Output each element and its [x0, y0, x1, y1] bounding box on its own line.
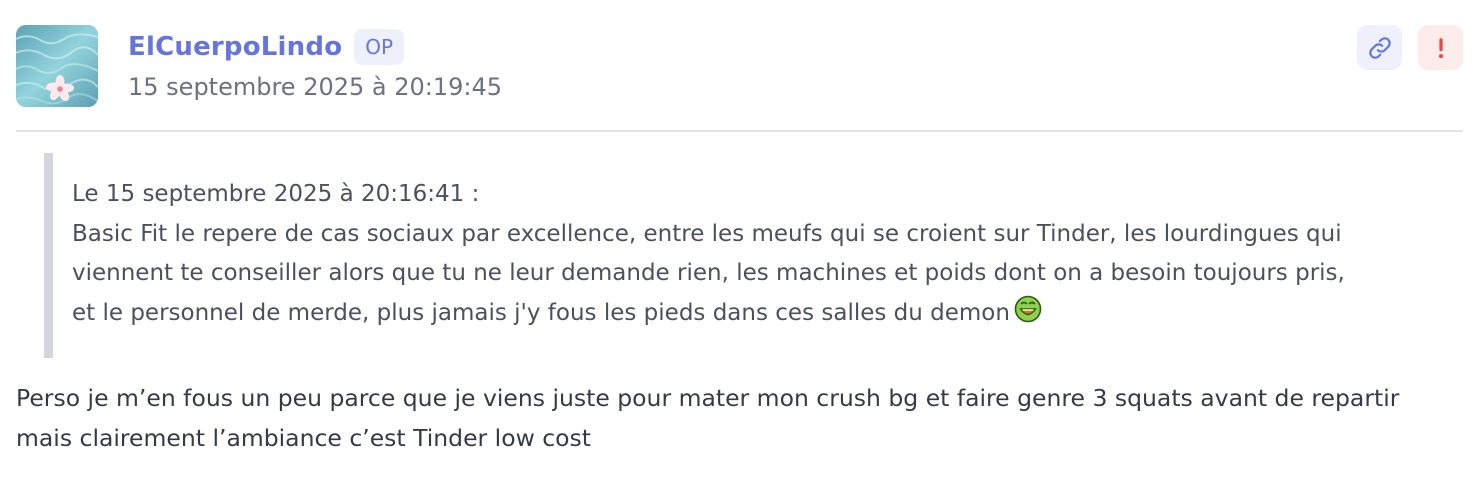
op-badge: OP	[354, 29, 405, 65]
post-header: ElCuerpoLindo OP 15 septembre 2025 à 20:…	[16, 25, 1463, 107]
post-timestamp: 15 septembre 2025 à 20:19:45	[128, 73, 503, 101]
link-icon	[1368, 36, 1391, 59]
body-line: Perso je m’en fous un peu parce que je v…	[16, 384, 1400, 412]
permalink-button[interactable]	[1357, 25, 1402, 70]
author-name[interactable]: ElCuerpoLindo	[128, 32, 342, 62]
avatar[interactable]	[16, 25, 98, 107]
post-body: Perso je m’en fous un peu parce que je v…	[16, 378, 1463, 458]
header-divider	[16, 130, 1463, 132]
avatar-image	[16, 25, 98, 107]
green-laughing-smiley-icon	[1014, 295, 1042, 337]
quote-line: viennent te conseiller alors que tu ne l…	[72, 260, 1345, 286]
author-line: ElCuerpoLindo OP	[128, 29, 405, 65]
forum-post: ElCuerpoLindo OP 15 septembre 2025 à 20:…	[16, 25, 1463, 452]
quote-line: et le personnel de merde, plus jamais j'…	[72, 299, 1010, 326]
report-button[interactable]	[1418, 25, 1463, 70]
post-actions	[1357, 25, 1463, 70]
body-line: mais clairement l’ambiance c’est Tinder …	[16, 424, 592, 452]
quoted-message: Le 15 septembre 2025 à 20:16:41 : Basic …	[44, 153, 1444, 358]
exclamation-icon	[1438, 37, 1443, 58]
quote-line: Basic Fit le repere de cas sociaux par e…	[72, 220, 1342, 247]
quote-last-line: et le personnel de merde, plus jamais j'…	[72, 294, 1444, 337]
quote-header: Le 15 septembre 2025 à 20:16:41 :	[72, 181, 480, 207]
